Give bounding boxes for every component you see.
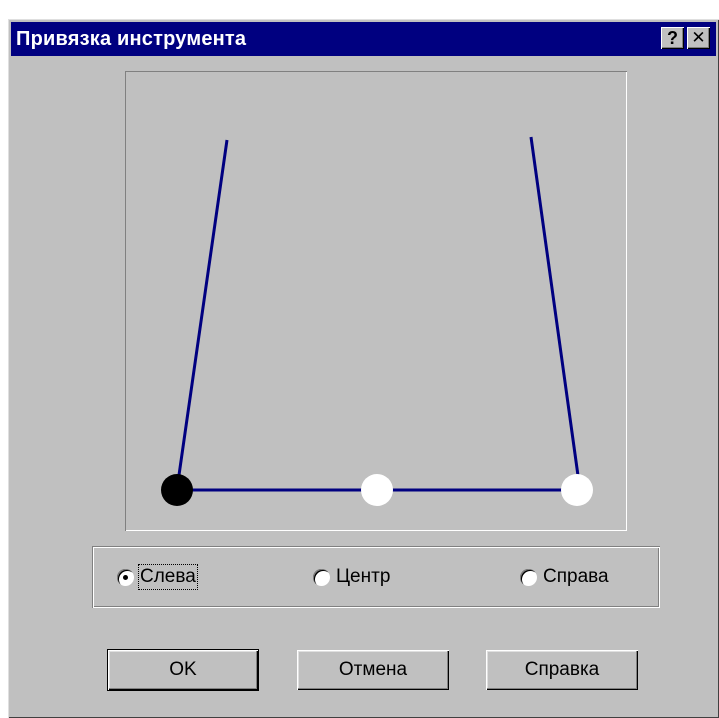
radio-label-center: Центр bbox=[336, 566, 391, 587]
anchor-point-center bbox=[361, 474, 393, 506]
radio-right[interactable]: Справа bbox=[520, 565, 609, 589]
tool-preview-drawing bbox=[161, 136, 593, 506]
radio-dot bbox=[123, 574, 128, 580]
radio-label-right: Справа bbox=[543, 566, 609, 587]
tool-anchor-dialog: Привязка инструмента ? ✕ Слева Центр Спр… bbox=[8, 19, 719, 718]
window-title: Привязка инструмента bbox=[16, 28, 247, 50]
tool-left-edge bbox=[175, 139, 229, 490]
radio-circle[interactable] bbox=[313, 568, 330, 586]
anchor-point-left bbox=[161, 474, 193, 506]
alignment-group: Слева Центр Справа bbox=[92, 546, 660, 608]
radio-center[interactable]: Центр bbox=[313, 565, 390, 589]
ok-button[interactable]: OK bbox=[107, 649, 259, 691]
radio-circle[interactable] bbox=[520, 568, 537, 586]
help-button[interactable]: Справка bbox=[486, 650, 638, 690]
anchor-point-right bbox=[561, 474, 593, 506]
radio-circle[interactable] bbox=[117, 568, 134, 586]
help-icon[interactable]: ? bbox=[661, 27, 684, 49]
radio-left[interactable]: Слева bbox=[117, 564, 198, 590]
radio-label-left: Слева bbox=[138, 564, 198, 590]
tool-right-edge bbox=[529, 136, 582, 491]
tool-preview bbox=[125, 71, 627, 531]
close-icon[interactable]: ✕ bbox=[687, 27, 710, 49]
title-bar[interactable]: Привязка инструмента ? ✕ bbox=[11, 22, 716, 56]
cancel-button[interactable]: Отмена bbox=[297, 650, 449, 690]
